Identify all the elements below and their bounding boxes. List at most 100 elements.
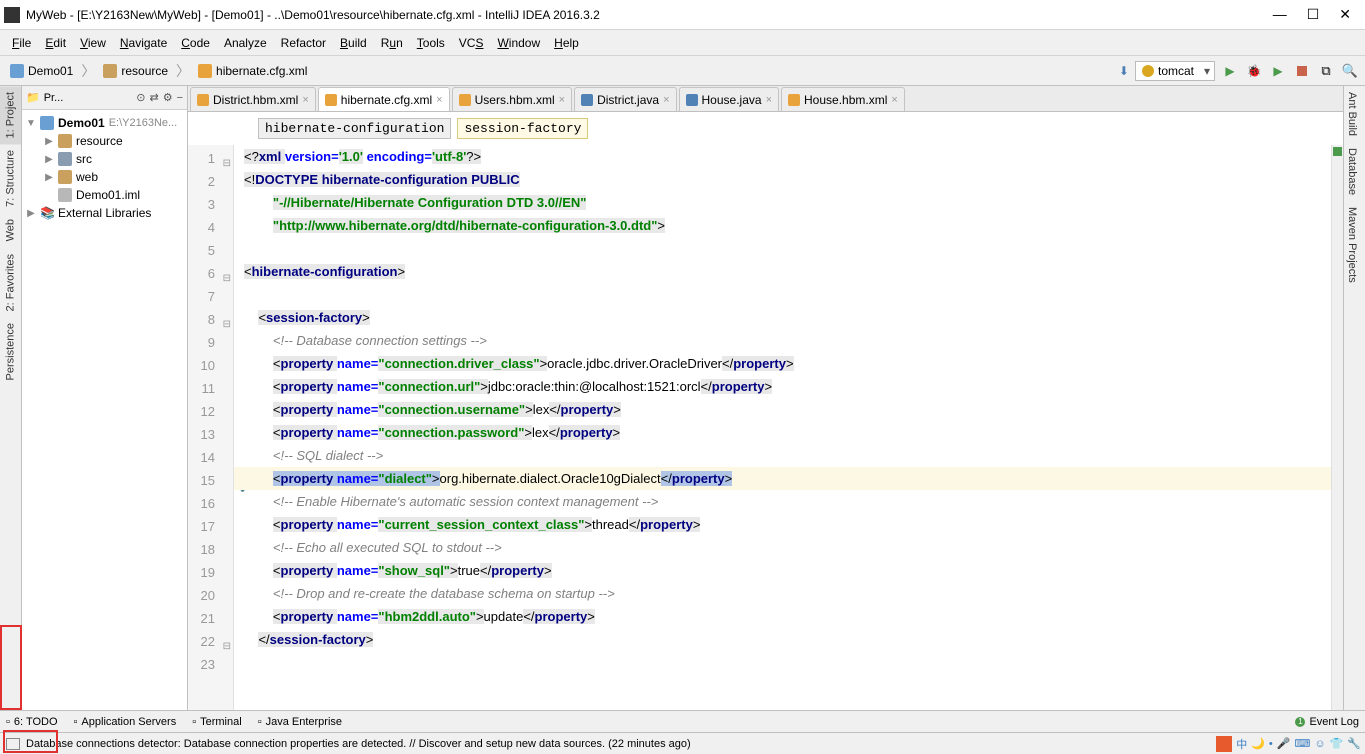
stop-button[interactable] xyxy=(1293,62,1311,80)
bottom-tool-terminal[interactable]: ▫Terminal xyxy=(192,716,241,728)
menu-file[interactable]: File xyxy=(6,33,37,53)
code-line[interactable]: <!-- Drop and re-create the database sch… xyxy=(244,582,1331,605)
close-icon[interactable]: × xyxy=(302,94,308,106)
pt-gear-icon[interactable]: ⚙ xyxy=(163,91,173,104)
tray-wrench-icon[interactable]: 🔧 xyxy=(1347,737,1361,750)
code-line[interactable] xyxy=(244,651,1331,674)
breadcrumb-resource[interactable]: resource xyxy=(99,62,172,80)
left-tool-2--favorites[interactable]: 2: Favorites xyxy=(0,248,21,317)
close-icon[interactable]: × xyxy=(559,94,565,106)
code-line[interactable]: <property name="show_sql">true</property… xyxy=(244,559,1331,582)
code-line[interactable]: <property name="current_session_context_… xyxy=(244,513,1331,536)
menu-edit[interactable]: Edit xyxy=(39,33,72,53)
pt-collapse-icon[interactable]: ⊙ xyxy=(136,91,145,104)
tray-mic-icon[interactable]: 🎤 xyxy=(1277,737,1291,750)
tray-dots-icon[interactable]: • xyxy=(1269,738,1273,750)
menu-window[interactable]: Window xyxy=(491,33,546,53)
project-tree[interactable]: ▼ Demo01 E:\Y2163Ne... ▶resource▶src▶web… xyxy=(22,110,187,226)
code-line[interactable]: <!-- Enable Hibernate's automatic sessio… xyxy=(244,490,1331,513)
right-tool-database[interactable]: Database xyxy=(1344,142,1360,201)
right-tool-ant-build[interactable]: Ant Build xyxy=(1344,86,1360,142)
code-line[interactable]: <property name="connection.username">lex… xyxy=(244,398,1331,421)
code-line[interactable]: "-//Hibernate/Hibernate Configuration DT… xyxy=(244,191,1331,214)
code-line[interactable]: <hibernate-configuration> xyxy=(244,260,1331,283)
code-editor[interactable]: 1⊟23456⊟78⊟9101112131415💡16171819202122⊟… xyxy=(188,145,1343,710)
left-tool-web[interactable]: Web xyxy=(0,213,21,247)
menu-view[interactable]: View xyxy=(74,33,112,53)
menu-analyze[interactable]: Analyze xyxy=(218,33,273,53)
tree-node-resource[interactable]: ▶resource xyxy=(22,132,187,150)
tab-District.hbm.xml[interactable]: District.hbm.xml× xyxy=(190,87,316,111)
run-button[interactable]: ▶ xyxy=(1221,62,1239,80)
search-icon[interactable]: 🔍 xyxy=(1341,62,1359,80)
tray-smile-icon[interactable]: ☺ xyxy=(1314,738,1325,750)
tray-keyboard-icon[interactable]: ⌨ xyxy=(1294,737,1310,750)
debug-button[interactable]: 🐞 xyxy=(1245,62,1263,80)
menu-tools[interactable]: Tools xyxy=(411,33,451,53)
tray-lang-icon[interactable]: 中 xyxy=(1236,736,1247,752)
code-line[interactable]: <property name="connection.password">lex… xyxy=(244,421,1331,444)
close-icon[interactable]: × xyxy=(663,94,669,106)
tab-District.java[interactable]: District.java× xyxy=(574,87,676,111)
code-line[interactable]: <property name="hbm2ddl.auto">update</pr… xyxy=(244,605,1331,628)
close-icon[interactable]: × xyxy=(891,94,897,106)
tree-node-Demo01.iml[interactable]: Demo01.iml xyxy=(22,186,187,204)
tray-sogou-icon[interactable] xyxy=(1216,736,1232,752)
code-line[interactable]: <property name="connection.url">jdbc:ora… xyxy=(244,375,1331,398)
menu-refactor[interactable]: Refactor xyxy=(275,33,332,53)
bottom-tool-java-enterprise[interactable]: ▫Java Enterprise xyxy=(258,716,342,728)
tab-hibernate.cfg.xml[interactable]: hibernate.cfg.xml× xyxy=(318,87,450,111)
menu-vcs[interactable]: VCS xyxy=(453,33,490,53)
code-line[interactable]: <property name="dialect">org.hibernate.d… xyxy=(234,467,1331,490)
code-line[interactable] xyxy=(244,283,1331,306)
code-line[interactable]: </session-factory> xyxy=(244,628,1331,651)
project-structure-button[interactable]: ⧉ xyxy=(1317,62,1335,80)
tree-node-src[interactable]: ▶src xyxy=(22,150,187,168)
menu-build[interactable]: Build xyxy=(334,33,373,53)
breadcrumb-hibernate.cfg.xml[interactable]: hibernate.cfg.xml xyxy=(194,62,311,80)
code-line[interactable]: <!-- Database connection settings --> xyxy=(244,329,1331,352)
left-tool-1--project[interactable]: 1: Project xyxy=(0,86,21,144)
close-icon[interactable]: × xyxy=(436,94,442,106)
xml-crumb-session-factory[interactable]: session-factory xyxy=(457,118,588,139)
menu-run[interactable]: Run xyxy=(375,33,409,53)
tab-House.java[interactable]: House.java× xyxy=(679,87,779,111)
line-number: 12 xyxy=(188,400,233,423)
maximize-button[interactable]: ☐ xyxy=(1307,6,1320,23)
down-arrow-icon[interactable]: ⬇ xyxy=(1119,64,1129,78)
code-content[interactable]: <?xml version='1.0' encoding='utf-8'?><!… xyxy=(234,145,1331,710)
close-icon[interactable]: × xyxy=(766,94,772,106)
close-button[interactable]: ✕ xyxy=(1339,6,1351,23)
tab-House.hbm.xml[interactable]: House.hbm.xml× xyxy=(781,87,905,111)
code-line[interactable]: <!-- Echo all executed SQL to stdout --> xyxy=(244,536,1331,559)
run-config-select[interactable]: tomcat xyxy=(1135,61,1215,81)
menu-help[interactable]: Help xyxy=(548,33,585,53)
tray-shirt-icon[interactable]: 👕 xyxy=(1330,737,1344,750)
breadcrumb-Demo01[interactable]: Demo01 xyxy=(6,62,77,80)
tree-root[interactable]: ▼ Demo01 E:\Y2163Ne... xyxy=(22,114,187,132)
code-line[interactable]: <session-factory> xyxy=(244,306,1331,329)
code-line[interactable]: <?xml version='1.0' encoding='utf-8'?> xyxy=(244,145,1331,168)
left-tool-persistence[interactable]: Persistence xyxy=(0,317,21,386)
coverage-button[interactable]: ▶ xyxy=(1269,62,1287,80)
menu-navigate[interactable]: Navigate xyxy=(114,33,173,53)
tree-ext-libs[interactable]: ▶📚 External Libraries xyxy=(22,204,187,222)
left-tool-7--structure[interactable]: 7: Structure xyxy=(0,144,21,213)
pt-scroll-icon[interactable]: ⇄ xyxy=(149,91,158,104)
right-tool-maven-projects[interactable]: Maven Projects xyxy=(1344,201,1360,289)
code-line[interactable]: <!-- SQL dialect --> xyxy=(244,444,1331,467)
tab-Users.hbm.xml[interactable]: Users.hbm.xml× xyxy=(452,87,572,111)
bottom-tool-6--todo[interactable]: ▫6: TODO xyxy=(6,716,58,728)
menu-code[interactable]: Code xyxy=(175,33,216,53)
tree-node-web[interactable]: ▶web xyxy=(22,168,187,186)
bottom-tool-application-servers[interactable]: ▫Application Servers xyxy=(74,716,177,728)
code-line[interactable]: <!DOCTYPE hibernate-configuration PUBLIC xyxy=(244,168,1331,191)
tray-moon-icon[interactable]: 🌙 xyxy=(1251,737,1265,750)
xml-crumb-hibernate-configuration[interactable]: hibernate-configuration xyxy=(258,118,451,139)
event-log-button[interactable]: 1Event Log xyxy=(1295,716,1359,728)
minimize-button[interactable]: — xyxy=(1273,6,1287,23)
code-line[interactable]: <property name="connection.driver_class"… xyxy=(244,352,1331,375)
code-line[interactable] xyxy=(244,237,1331,260)
pt-hide-icon[interactable]: − xyxy=(177,92,183,104)
code-line[interactable]: "http://www.hibernate.org/dtd/hibernate-… xyxy=(244,214,1331,237)
